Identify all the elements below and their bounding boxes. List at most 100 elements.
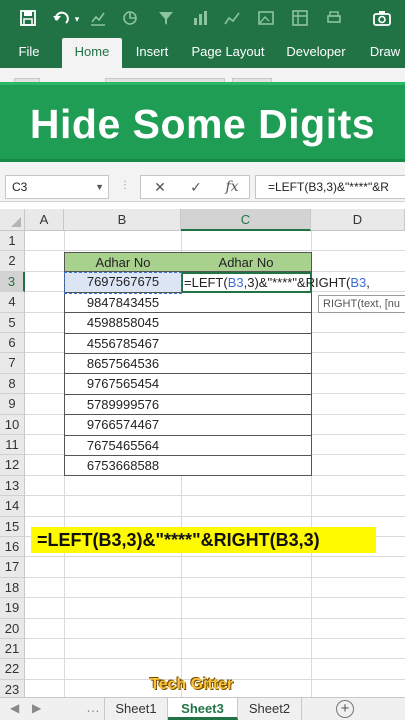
cell-reference: B3 xyxy=(350,275,367,290)
cell-reference: B3 xyxy=(227,275,244,290)
row-header-19[interactable]: 19 xyxy=(0,598,25,619)
pivot-icon[interactable] xyxy=(290,9,310,29)
cell-b10[interactable]: 9766574467 xyxy=(64,415,182,436)
cell-b11[interactable]: 7675465564 xyxy=(64,435,182,456)
chevron-down-icon[interactable]: ▼ xyxy=(95,176,104,198)
sheet-tab-sheet3[interactable]: Sheet3 xyxy=(168,698,238,720)
bar-chart-icon[interactable] xyxy=(190,9,210,29)
cell-c5[interactable] xyxy=(181,313,312,334)
cell-c7[interactable] xyxy=(181,354,312,375)
row-header-14[interactable]: 14 xyxy=(0,496,25,517)
row-header-5[interactable]: 5 xyxy=(0,312,25,333)
print-icon[interactable] xyxy=(324,9,344,29)
cell-b12[interactable]: 6753668588 xyxy=(64,456,182,477)
gridline xyxy=(25,658,405,660)
gridline xyxy=(25,617,405,619)
more-sheets-icon[interactable]: … xyxy=(86,699,100,715)
line-chart-icon[interactable] xyxy=(222,9,242,29)
tab-insert[interactable]: Insert xyxy=(130,38,174,68)
row-header-2[interactable]: 2 xyxy=(0,251,25,272)
row-header-7[interactable]: 7 xyxy=(0,353,25,374)
cell-c11[interactable] xyxy=(181,435,312,456)
pie-chart-icon[interactable] xyxy=(120,9,140,29)
select-all-corner[interactable] xyxy=(0,209,25,231)
insert-function-button[interactable]: fx xyxy=(219,176,245,198)
formula-buttons: ✕ ✓ fx xyxy=(140,175,250,199)
header-cell-b[interactable]: Adhar No xyxy=(64,252,182,273)
gridline xyxy=(25,495,405,497)
function-tooltip: RIGHT(text, [nu xyxy=(318,295,405,313)
tab-home[interactable]: Home xyxy=(62,38,122,68)
cell-c12[interactable] xyxy=(181,456,312,477)
row-header-6[interactable]: 6 xyxy=(0,333,25,354)
tab-page-layout[interactable]: Page Layout xyxy=(188,38,268,68)
row-header-22[interactable]: 22 xyxy=(0,659,25,680)
tab-draw[interactable]: Draw xyxy=(364,38,405,68)
formula-input[interactable]: =LEFT(B3,3)&"****"&R xyxy=(255,175,405,199)
picture-icon[interactable] xyxy=(256,9,276,29)
header-cell-c[interactable]: Adhar No xyxy=(181,252,312,273)
row-header-15[interactable]: 15 xyxy=(0,516,25,537)
sheet-tab-sheet2[interactable]: Sheet2 xyxy=(238,698,302,720)
row-header-18[interactable]: 18 xyxy=(0,577,25,599)
gridline xyxy=(25,556,405,558)
cell-b8[interactable]: 9767565454 xyxy=(64,374,182,395)
filter-icon[interactable] xyxy=(156,9,176,29)
save-icon[interactable] xyxy=(18,9,38,29)
row-header-4[interactable]: 4 xyxy=(0,292,25,313)
gridline xyxy=(25,638,405,639)
cell-b9[interactable]: 5789999576 xyxy=(64,394,182,416)
formula-note: =LEFT(B3,3)&"****"&RIGHT(B3,3) xyxy=(31,527,376,553)
cell-b6[interactable]: 4556785467 xyxy=(64,333,182,354)
row-header-17[interactable]: 17 xyxy=(0,557,25,578)
quick-access-toolbar: ▾ xyxy=(0,0,405,38)
enter-button[interactable]: ✓ xyxy=(183,176,209,198)
previous-sheet-icon[interactable]: ◀ xyxy=(10,701,19,715)
cell-c8[interactable] xyxy=(181,374,312,395)
undo-icon[interactable] xyxy=(52,9,72,29)
gridline xyxy=(25,597,405,599)
tab-file[interactable]: File xyxy=(10,38,48,68)
camera-icon[interactable] xyxy=(372,9,392,29)
add-sheet-button[interactable]: + xyxy=(336,700,354,718)
next-sheet-icon[interactable]: ▶ xyxy=(32,701,41,715)
watermark: Tech Gitter xyxy=(150,676,234,693)
row-header-20[interactable]: 20 xyxy=(0,618,25,639)
sheet-tab-sheet1[interactable]: Sheet1 xyxy=(104,698,168,720)
row-header-9[interactable]: 9 xyxy=(0,394,25,415)
row-header-21[interactable]: 21 xyxy=(0,639,25,660)
cell-b5[interactable]: 4598858045 xyxy=(64,313,182,334)
ribbon-tabs: File Home Insert Page Layout Developer D… xyxy=(0,38,405,68)
cell-c3-editing[interactable]: =LEFT(B3,3)&"****"&RIGHT(B3, xyxy=(181,273,370,293)
title-banner: Hide Some Digits xyxy=(0,82,405,162)
formula-part: , xyxy=(366,275,370,290)
tab-developer[interactable]: Developer xyxy=(282,38,350,68)
column-header-d[interactable]: D xyxy=(311,209,405,231)
column-header-a[interactable]: A xyxy=(25,209,64,231)
undo-dropdown-icon[interactable]: ▾ xyxy=(72,9,82,29)
cancel-button[interactable]: ✕ xyxy=(147,176,173,198)
cell-c6[interactable] xyxy=(181,333,312,354)
cell-c10[interactable] xyxy=(181,415,312,436)
row-header-16[interactable]: 16 xyxy=(0,537,25,558)
name-box-value: C3 xyxy=(12,180,28,194)
column-header-b[interactable]: B xyxy=(64,209,181,231)
cell-b7[interactable]: 8657564536 xyxy=(64,354,182,375)
cell-b4[interactable]: 9847843455 xyxy=(64,292,182,314)
row-header-23[interactable]: 23 xyxy=(0,679,25,697)
row-header-10[interactable]: 10 xyxy=(0,414,25,435)
cell-c4[interactable] xyxy=(181,292,312,314)
cell-c9[interactable] xyxy=(181,394,312,416)
row-header-13[interactable]: 13 xyxy=(0,475,25,497)
row-header-8[interactable]: 8 xyxy=(0,373,25,395)
chart-icon[interactable] xyxy=(88,9,108,29)
formula-part: =LEFT( xyxy=(184,275,228,290)
row-header-1[interactable]: 1 xyxy=(0,231,25,252)
row-header-12[interactable]: 12 xyxy=(0,455,25,476)
formula-part: ,3)&"****"&RIGHT( xyxy=(243,275,351,290)
row-header-3[interactable]: 3 xyxy=(0,271,25,293)
column-header-c[interactable]: C xyxy=(181,209,311,231)
banner-title: Hide Some Digits xyxy=(29,101,376,147)
name-box[interactable]: C3 ▼ xyxy=(5,175,109,199)
row-header-11[interactable]: 11 xyxy=(0,435,25,456)
